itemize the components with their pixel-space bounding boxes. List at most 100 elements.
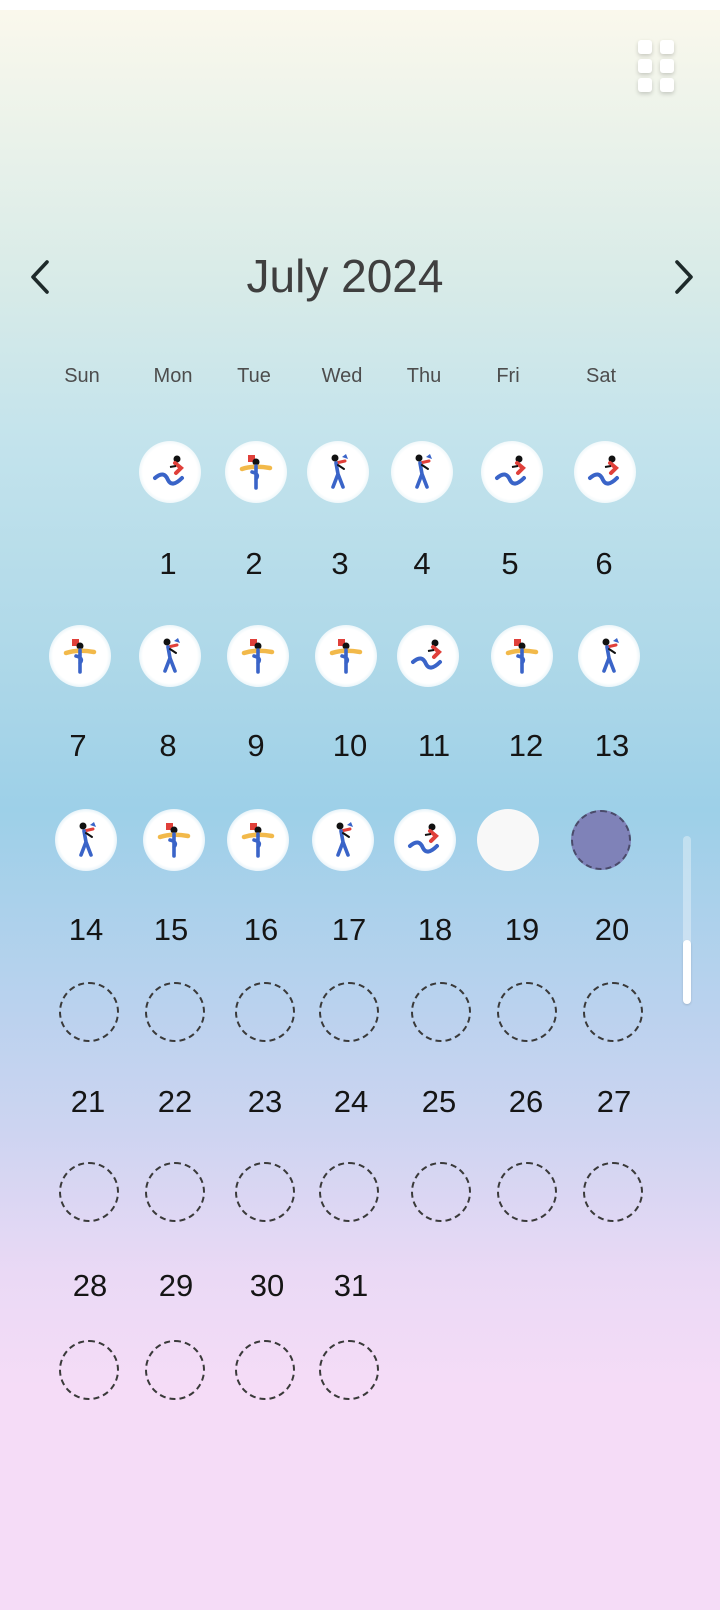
day-number-14[interactable]: 14 — [56, 912, 116, 948]
day-13-walking-person-icon[interactable] — [578, 625, 640, 687]
day-19-empty-circle[interactable] — [477, 809, 539, 871]
day-20-selected-circle[interactable] — [571, 810, 631, 870]
week-dashed-circle — [235, 982, 295, 1042]
previous-month-button[interactable] — [18, 255, 62, 299]
day-number-3[interactable]: 3 — [310, 546, 370, 582]
walking-person-icon — [331, 454, 348, 489]
walking-person-icon — [79, 822, 96, 857]
day-number-24[interactable]: 24 — [321, 1084, 381, 1120]
weekday-label-mon: Mon — [153, 365, 193, 387]
weekday-label-sat: Sat — [585, 365, 617, 387]
day-number-1[interactable]: 1 — [138, 546, 198, 582]
week-dashed-circle — [319, 982, 379, 1042]
day-25-dashed-circle[interactable] — [411, 1162, 471, 1222]
chevron-right-icon — [675, 260, 693, 294]
day-number-25[interactable]: 25 — [409, 1084, 469, 1120]
scarf-person-icon — [241, 823, 275, 858]
scarf-person-icon — [241, 639, 275, 674]
day-number-27[interactable]: 27 — [584, 1084, 644, 1120]
day-number-21[interactable]: 21 — [58, 1084, 118, 1120]
sitting-person-icon — [588, 455, 619, 486]
walking-person-icon — [602, 638, 619, 673]
scarf-person-icon — [505, 639, 539, 674]
day-30-dashed-circle[interactable] — [235, 1340, 295, 1400]
day-number-15[interactable]: 15 — [141, 912, 201, 948]
day-number-12[interactable]: 12 — [496, 728, 556, 764]
weekday-label-thu: Thu — [406, 365, 442, 387]
scrollbar-thumb[interactable] — [683, 940, 691, 1004]
day-number-19[interactable]: 19 — [492, 912, 552, 948]
scarf-person-icon — [239, 455, 273, 490]
sitting-person-icon — [495, 455, 526, 486]
grid-menu-icon[interactable] — [638, 40, 680, 92]
weekday-label-sun: Sun — [64, 365, 100, 387]
walking-person-icon — [415, 454, 432, 489]
day-6-sitting-person-icon[interactable] — [574, 441, 636, 503]
month-title: July 2024 — [246, 250, 444, 302]
day-number-23[interactable]: 23 — [235, 1084, 295, 1120]
day-23-dashed-circle[interactable] — [235, 1162, 295, 1222]
day-number-17[interactable]: 17 — [319, 912, 379, 948]
day-number-13[interactable]: 13 — [582, 728, 642, 764]
sitting-person-icon — [411, 639, 442, 670]
walking-person-icon — [336, 822, 353, 857]
day-12-scarf-person-icon[interactable] — [491, 625, 553, 687]
day-number-9[interactable]: 9 — [226, 728, 286, 764]
day-number-31[interactable]: 31 — [321, 1268, 381, 1304]
day-number-4[interactable]: 4 — [392, 546, 452, 582]
day-number-29[interactable]: 29 — [146, 1268, 206, 1304]
day-number-6[interactable]: 6 — [574, 546, 634, 582]
day-number-8[interactable]: 8 — [138, 728, 198, 764]
scarf-person-icon — [329, 639, 363, 674]
day-1-sitting-person-icon[interactable] — [139, 441, 201, 503]
day-number-30[interactable]: 30 — [237, 1268, 297, 1304]
day-5-sitting-person-icon[interactable] — [481, 441, 543, 503]
day-7-scarf-person-icon[interactable] — [49, 625, 111, 687]
day-number-2[interactable]: 2 — [224, 546, 284, 582]
status-bar-strip — [0, 0, 720, 10]
week-dashed-circle — [145, 982, 205, 1042]
day-4-walking-person-icon[interactable] — [391, 441, 453, 503]
day-number-10[interactable]: 10 — [320, 728, 380, 764]
day-14-walking-person-icon[interactable] — [55, 809, 117, 871]
day-10-scarf-person-icon[interactable] — [315, 625, 377, 687]
scarf-person-icon — [157, 823, 191, 858]
weekday-label-wed: Wed — [321, 365, 363, 387]
day-number-5[interactable]: 5 — [480, 546, 540, 582]
day-17-walking-person-icon[interactable] — [312, 809, 374, 871]
sitting-person-icon — [408, 823, 439, 854]
day-29-dashed-circle[interactable] — [145, 1340, 205, 1400]
day-8-walking-person-icon[interactable] — [139, 625, 201, 687]
next-month-button[interactable] — [662, 255, 706, 299]
day-24-dashed-circle[interactable] — [319, 1162, 379, 1222]
scarf-person-icon — [63, 639, 97, 674]
sitting-person-icon — [153, 455, 184, 486]
day-number-7[interactable]: 7 — [48, 728, 108, 764]
day-number-20[interactable]: 20 — [582, 912, 642, 948]
day-27-dashed-circle[interactable] — [583, 1162, 643, 1222]
day-31-dashed-circle[interactable] — [319, 1340, 379, 1400]
week-dashed-circle — [411, 982, 471, 1042]
day-15-scarf-person-icon[interactable] — [143, 809, 205, 871]
day-26-dashed-circle[interactable] — [497, 1162, 557, 1222]
week-dashed-circle — [583, 982, 643, 1042]
day-21-dashed-circle[interactable] — [59, 1162, 119, 1222]
day-2-scarf-person-icon[interactable] — [225, 441, 287, 503]
walking-person-icon — [163, 638, 180, 673]
day-3-walking-person-icon[interactable] — [307, 441, 369, 503]
day-number-22[interactable]: 22 — [145, 1084, 205, 1120]
week-dashed-circle — [497, 982, 557, 1042]
day-28-dashed-circle[interactable] — [59, 1340, 119, 1400]
calendar-screen: July 2024 Sun Mon Tue Wed Thu Fri Sat 1 2 3 4 — [0, 10, 720, 1610]
day-16-scarf-person-icon[interactable] — [227, 809, 289, 871]
day-22-dashed-circle[interactable] — [145, 1162, 205, 1222]
day-18-sitting-person-icon[interactable] — [394, 809, 456, 871]
day-11-sitting-person-icon[interactable] — [397, 625, 459, 687]
day-number-11[interactable]: 11 — [404, 728, 464, 764]
day-number-28[interactable]: 28 — [60, 1268, 120, 1304]
day-9-scarf-person-icon[interactable] — [227, 625, 289, 687]
day-number-16[interactable]: 16 — [231, 912, 291, 948]
day-number-18[interactable]: 18 — [405, 912, 465, 948]
day-number-26[interactable]: 26 — [496, 1084, 556, 1120]
weekday-label-fri: Fri — [496, 365, 520, 387]
